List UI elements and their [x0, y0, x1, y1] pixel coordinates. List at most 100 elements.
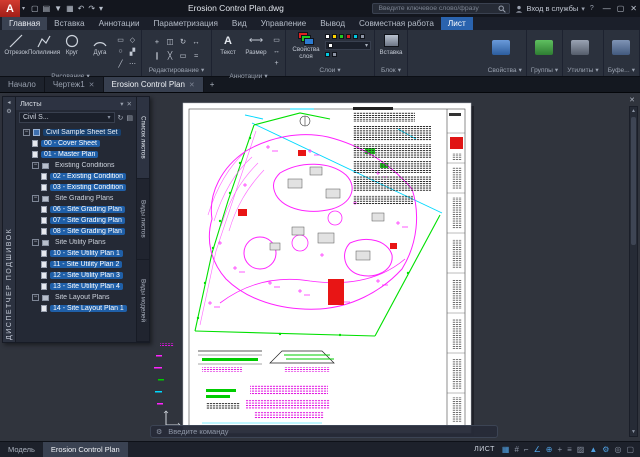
tree-collapse-icon-0[interactable]: −	[23, 129, 30, 136]
minimize-icon[interactable]: —	[603, 4, 611, 13]
space-mode-label[interactable]: ЛИСТ	[474, 446, 495, 453]
ribbon-tab-5[interactable]: Управление	[254, 17, 314, 30]
tree-group-item-10[interactable]: −Site Utility Plans	[18, 237, 136, 248]
new-file-icon[interactable]: ▢	[31, 4, 39, 13]
drawing-viewport[interactable]	[150, 93, 640, 441]
annotation-scale-icon[interactable]: ▲	[589, 445, 597, 454]
tree-root-item-0[interactable]: −Civil Sample Sheet Set	[18, 127, 136, 138]
command-customize-icon[interactable]: ⚙	[156, 428, 162, 436]
layer-chip-4[interactable]	[325, 52, 330, 57]
layer-chip-3[interactable]	[346, 34, 351, 39]
sign-in-arrow-icon[interactable]: ▾	[581, 5, 585, 13]
table-icon[interactable]: +	[271, 58, 282, 69]
model-tab[interactable]: Модель	[0, 442, 43, 457]
isolate-objects-icon[interactable]: ◎	[614, 445, 621, 454]
save-icon[interactable]: ▼	[54, 4, 62, 13]
tree-collapse-icon-10[interactable]: −	[32, 239, 39, 246]
stretch-icon[interactable]: ↔	[190, 35, 202, 48]
file-tab-close-icon-1[interactable]: ✕	[89, 81, 95, 89]
osnap-icon[interactable]: ⊕	[546, 445, 553, 454]
tree-group-item-6[interactable]: −Site Grading Plans	[18, 193, 136, 204]
ribbon-tab-8[interactable]: Лист	[441, 17, 473, 30]
snap-icon[interactable]: #	[514, 445, 518, 454]
tree-collapse-icon-3[interactable]: −	[32, 162, 39, 169]
tree-sheet-item-8[interactable]: 07 - Site Grading Plan	[18, 215, 136, 226]
layer-chip-b-4[interactable]	[353, 34, 358, 39]
leader-icon[interactable]: ▭	[271, 34, 282, 45]
scroll-up-icon[interactable]: ▲	[630, 107, 637, 115]
tree-sheet-item-14[interactable]: 13 - Site Utility Plan 4	[18, 281, 136, 292]
multileader-icon[interactable]: ↔	[271, 46, 282, 57]
vertical-scrollbar[interactable]: ▲ ▼	[629, 106, 638, 437]
publish-icon[interactable]: ▤	[126, 114, 133, 122]
group-icon-1[interactable]	[535, 40, 553, 55]
search-icon[interactable]	[498, 5, 506, 13]
sheet-set-dropdown[interactable]: Civil S... ▾	[19, 112, 115, 123]
ribbon-tab-0[interactable]: Главная	[2, 17, 47, 30]
refresh-sheet-set-icon[interactable]: ↻	[118, 114, 124, 122]
polygon-icon[interactable]: ◇	[127, 34, 138, 45]
ribbon-tab-3[interactable]: Параметризация	[147, 17, 225, 30]
palette-properties-icon[interactable]: ⚙	[6, 108, 11, 115]
command-input[interactable]	[166, 426, 492, 437]
panel-group-expand-icon-2[interactable]: ▾	[595, 65, 598, 76]
panel-group-expand-icon-1[interactable]: ▾	[555, 65, 558, 76]
otrack-icon[interactable]: +	[557, 445, 562, 454]
app-menu-arrow-icon[interactable]: ▾	[22, 5, 25, 12]
file-tab-0[interactable]: Начало	[0, 77, 45, 92]
tree-group-item-3[interactable]: −Existing Conditions	[18, 160, 136, 171]
insert-block-button[interactable]: Вставка	[378, 32, 404, 56]
workspace-gear-icon[interactable]: ⚙	[602, 445, 609, 454]
palette-side-tab-1[interactable]: Виды листов	[137, 179, 149, 261]
tree-collapse-icon-15[interactable]: −	[32, 294, 39, 301]
qat-menu-icon[interactable]: ▾	[99, 4, 103, 13]
arc-button[interactable]: Дуга	[87, 32, 113, 56]
polar-icon[interactable]: ∠	[534, 445, 541, 454]
group-icon-0[interactable]	[492, 40, 510, 55]
tree-sheet-item-2[interactable]: 01 - Master Plan	[18, 149, 136, 160]
copy-icon[interactable]: ◫	[164, 35, 176, 48]
file-tab-1[interactable]: Чертеж1✕	[45, 77, 104, 92]
file-tab-close-icon-2[interactable]: ✕	[189, 81, 195, 89]
layer-chip-b-5[interactable]	[360, 34, 365, 39]
grid-icon[interactable]: ▦	[502, 445, 510, 454]
maximize-icon[interactable]: ▢	[617, 4, 625, 13]
ribbon-tab-6[interactable]: Вывод	[313, 17, 352, 30]
mirror-icon[interactable]: ∥	[151, 49, 163, 62]
dimension-button[interactable]: ⟷ Размер	[243, 32, 269, 56]
viewport-close-icon[interactable]: ✕	[627, 95, 637, 105]
panel-group-expand-icon-3[interactable]: ▾	[632, 65, 635, 76]
rotate-icon[interactable]: ↻	[177, 35, 189, 48]
scroll-down-icon[interactable]: ▼	[630, 428, 637, 436]
undo-icon[interactable]: ↶	[78, 4, 85, 13]
close-icon[interactable]: ✕	[630, 4, 637, 13]
panel-block-expand-icon[interactable]: ▾	[398, 65, 401, 76]
ellipse-icon[interactable]: ○	[115, 46, 126, 57]
construction-line-icon[interactable]: ╱	[115, 58, 126, 69]
panel-group-expand-icon-0[interactable]: ▾	[519, 65, 522, 76]
ribbon-tab-1[interactable]: Вставка	[47, 17, 91, 30]
tree-sheet-item-13[interactable]: 12 - Site Utility Plan 3	[18, 270, 136, 281]
autohide-icon[interactable]: ◂	[7, 99, 10, 106]
lineweight-icon[interactable]: ≡	[567, 445, 572, 454]
panel-modify-expand-icon[interactable]: ▾	[201, 65, 204, 76]
ribbon-tab-7[interactable]: Совместная работа	[352, 17, 441, 30]
fillet-icon[interactable]: ≈	[190, 49, 202, 62]
open-file-icon[interactable]: ▤	[43, 4, 51, 13]
tree-sheet-item-9[interactable]: 08 - Site Grading Plan	[18, 226, 136, 237]
ribbon-tab-2[interactable]: Аннотации	[92, 17, 147, 30]
palette-menu-icon[interactable]: ▾	[120, 100, 123, 108]
transparency-icon[interactable]: ▨	[577, 445, 585, 454]
print-icon[interactable]: ▦	[66, 4, 74, 13]
palette-side-tab-2[interactable]: Виды моделей	[137, 260, 149, 342]
layer-chip-5[interactable]	[332, 52, 337, 57]
layout-tab-erosion-control-plan[interactable]: Erosion Control Plan	[43, 442, 128, 457]
tree-group-item-15[interactable]: −Site Layout Plans	[18, 292, 136, 303]
layer-chip-0[interactable]	[325, 34, 330, 39]
search-input[interactable]	[376, 4, 496, 13]
rectangle-icon[interactable]: ▭	[115, 34, 126, 45]
new-tab-button[interactable]: +	[204, 77, 221, 92]
scrollbar-thumb[interactable]	[631, 117, 636, 245]
layer-dropdown-arrow-icon[interactable]: ▾	[365, 42, 368, 49]
move-icon[interactable]: +	[151, 35, 163, 48]
